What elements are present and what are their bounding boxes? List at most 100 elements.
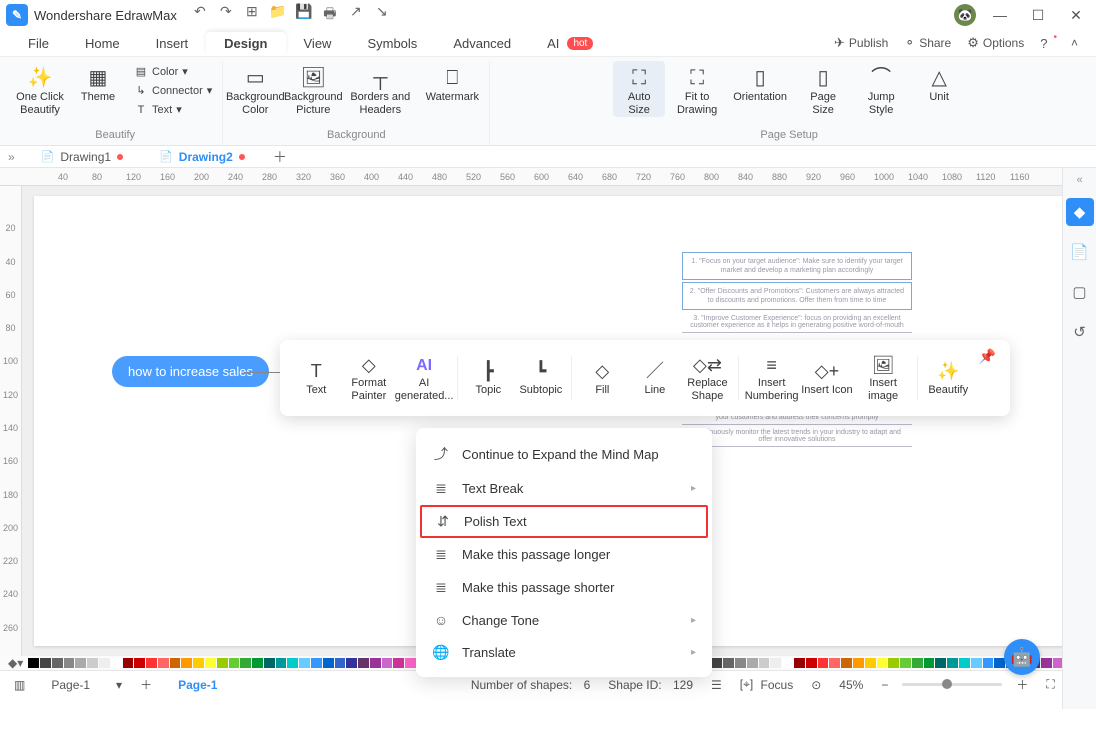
color-swatch[interactable] xyxy=(747,658,758,668)
shape-panel-button[interactable]: ◆ xyxy=(1066,198,1094,226)
fit-drawing-button[interactable]: ⛶Fit to Drawing xyxy=(671,61,723,117)
color-swatch[interactable] xyxy=(52,658,63,668)
color-swatch[interactable] xyxy=(123,658,134,668)
color-swatch[interactable] xyxy=(888,658,899,668)
color-swatch[interactable] xyxy=(841,658,852,668)
color-swatch[interactable] xyxy=(782,658,793,668)
menu-insert[interactable]: Insert xyxy=(138,32,207,55)
color-swatch[interactable] xyxy=(1041,658,1052,668)
undo-icon[interactable]: ↶ xyxy=(191,3,209,27)
theme-button[interactable]: ▦Theme xyxy=(72,61,124,104)
bg-picture-button[interactable]: 🖼Background Picture xyxy=(287,61,339,117)
page-size-button[interactable]: ▯Page Size xyxy=(797,61,849,117)
unit-button[interactable]: △Unit xyxy=(913,61,965,104)
text-style-button[interactable]: TText ▾ xyxy=(130,101,216,118)
expand-panel-icon[interactable]: » xyxy=(0,150,23,164)
color-swatch[interactable] xyxy=(794,658,805,668)
maximize-button[interactable]: ☐ xyxy=(1024,7,1052,24)
zoom-fit-button[interactable]: ⊙ xyxy=(807,678,825,692)
page-options-button[interactable]: ▾ xyxy=(112,678,126,692)
color-swatch[interactable] xyxy=(358,658,369,668)
new-icon[interactable]: ⊞ xyxy=(243,3,261,27)
color-swatch[interactable] xyxy=(193,658,204,668)
color-swatch[interactable] xyxy=(770,658,781,668)
save-icon[interactable]: 💾 xyxy=(295,3,313,27)
color-swatch[interactable] xyxy=(276,658,287,668)
page-tab-1[interactable]: Page-1 xyxy=(39,676,102,694)
add-tab-button[interactable]: ＋ xyxy=(263,147,297,167)
options-button[interactable]: ⚙Options xyxy=(959,35,1032,51)
tb-fill-button[interactable]: ◇Fill xyxy=(576,344,629,412)
presentation-panel-button[interactable]: ▢ xyxy=(1066,278,1094,306)
zoom-value[interactable]: 45% xyxy=(835,678,867,692)
color-swatch[interactable] xyxy=(111,658,122,668)
tb-insert-image-button[interactable]: 🖼Insert image xyxy=(853,344,913,412)
color-swatch[interactable] xyxy=(735,658,746,668)
color-swatch[interactable] xyxy=(829,658,840,668)
document-panel-button[interactable]: 📄 xyxy=(1066,238,1094,266)
color-swatch[interactable] xyxy=(87,658,98,668)
ctx-change-tone[interactable]: ☺Change Tone▸ xyxy=(416,604,712,636)
fullscreen-button[interactable]: ⛶ xyxy=(1042,677,1058,692)
user-avatar[interactable]: 🐼 xyxy=(954,4,976,26)
add-page-button[interactable]: ＋ xyxy=(136,676,156,693)
focus-button[interactable]: [⌖] Focus xyxy=(736,677,797,692)
color-swatch[interactable] xyxy=(287,658,298,668)
ctx-polish-text[interactable]: ⇵Polish Text xyxy=(420,505,708,538)
color-swatch[interactable] xyxy=(240,658,251,668)
page-tab-active[interactable]: Page-1 xyxy=(166,676,229,694)
color-swatch[interactable] xyxy=(40,658,51,668)
share-button[interactable]: ⚬Share xyxy=(896,35,959,51)
color-swatch[interactable] xyxy=(900,658,911,668)
color-swatch[interactable] xyxy=(712,658,723,668)
open-icon[interactable]: 📁 xyxy=(269,3,287,27)
color-swatch[interactable] xyxy=(205,658,216,668)
history-panel-button[interactable]: ↺ xyxy=(1066,318,1094,346)
ctx-continue-to-expand-the-mind-map[interactable]: ⤴Continue to Expand the Mind Map xyxy=(416,436,712,472)
color-swatch[interactable] xyxy=(28,658,39,668)
tb-line-button[interactable]: ／Line xyxy=(629,344,682,412)
child-line[interactable]: Continuously monitor the latest trends i… xyxy=(682,426,912,447)
color-swatch[interactable] xyxy=(865,658,876,668)
child-line[interactable]: 3. "Improve Customer Experience": focus … xyxy=(682,312,912,333)
ctx-make-this-passage-shorter[interactable]: ≣Make this passage shorter xyxy=(416,571,712,604)
color-swatch[interactable] xyxy=(170,658,181,668)
connector-button[interactable]: ↳Connector ▾ xyxy=(130,82,216,99)
layout-mode-button[interactable]: ▥ xyxy=(10,678,29,692)
color-swatch[interactable] xyxy=(924,658,935,668)
menu-symbols[interactable]: Symbols xyxy=(349,32,435,55)
color-swatch[interactable] xyxy=(853,658,864,668)
tb-replace-shape-button[interactable]: ◇⇄Replace Shape xyxy=(681,344,734,412)
tb-format-painter-button[interactable]: ◇Format Painter xyxy=(343,344,396,412)
watermark-button[interactable]: ⎕Watermark xyxy=(421,61,483,104)
color-swatch[interactable] xyxy=(99,658,110,668)
ctx-translate[interactable]: 🌐Translate▸ xyxy=(416,636,712,669)
tb-ai-button[interactable]: AIAI generated... xyxy=(395,344,453,412)
color-swatch[interactable] xyxy=(311,658,322,668)
tb-beautify-button[interactable]: ✨Beautify xyxy=(922,344,975,412)
minimize-button[interactable]: — xyxy=(986,7,1014,23)
color-swatch[interactable] xyxy=(181,658,192,668)
color-swatch[interactable] xyxy=(335,658,346,668)
tb-numbering-button[interactable]: ≡Insert Numbering xyxy=(743,344,801,412)
ctx-make-this-passage-longer[interactable]: ≣Make this passage longer xyxy=(416,538,712,571)
zoom-slider[interactable] xyxy=(902,683,1002,686)
menu-view[interactable]: View xyxy=(286,32,350,55)
color-swatch[interactable] xyxy=(959,658,970,668)
swatch-lead-icon[interactable]: ◆▾ xyxy=(8,656,23,670)
doc-tab-drawing1[interactable]: 📄Drawing1 xyxy=(23,146,141,167)
color-swatch[interactable] xyxy=(134,658,145,668)
help-button[interactable]: ? xyxy=(1032,36,1063,51)
color-swatch[interactable] xyxy=(264,658,275,668)
child-card[interactable]: 1. "Focus on your target audience": Make… xyxy=(682,252,912,280)
color-swatch[interactable] xyxy=(806,658,817,668)
color-swatch[interactable] xyxy=(723,658,734,668)
menu-design[interactable]: Design xyxy=(206,32,285,55)
pin-icon[interactable]: 📌 xyxy=(975,344,1000,369)
menu-advanced[interactable]: Advanced xyxy=(435,32,529,55)
ctx-text-break[interactable]: ≣Text Break▸ xyxy=(416,472,712,505)
publish-button[interactable]: ✈Publish xyxy=(826,35,896,51)
color-swatch[interactable] xyxy=(759,658,770,668)
color-swatch[interactable] xyxy=(405,658,416,668)
one-click-beautify-button[interactable]: ✨One Click Beautify xyxy=(14,61,66,117)
